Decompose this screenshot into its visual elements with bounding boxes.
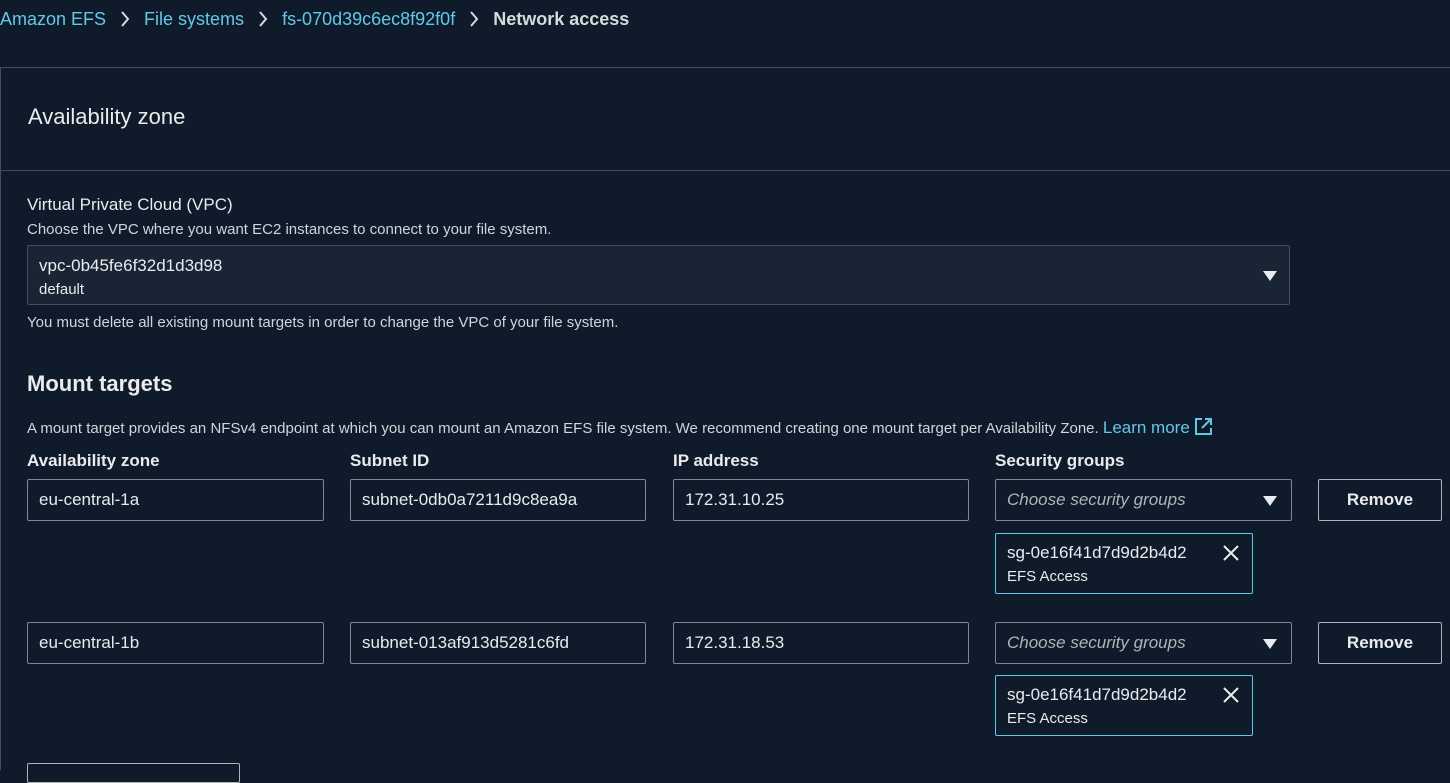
security-groups-select[interactable]: Choose security groups [995,622,1292,664]
panel-header: Availability zone [1,68,1450,171]
az-field[interactable]: eu-central-1a [27,479,324,521]
panel-title: Availability zone [28,104,186,129]
mount-targets-description-text: A mount target provides an NFSv4 endpoin… [27,420,1099,437]
mount-targets-description: A mount target provides an NFSv4 endpoin… [27,417,1213,441]
az-field[interactable]: eu-central-1b [27,622,324,664]
learn-more-label: Learn more [1102,418,1190,437]
breadcrumb: Amazon EFS File systems fs-070d39c6ec8f9… [0,0,1450,38]
security-groups-select[interactable]: Choose security groups [995,479,1292,521]
caret-down-icon [1263,639,1277,649]
token-group-id: sg-0e16f41d7d9d2b4d2 [1007,685,1187,704]
remove-button[interactable]: Remove [1318,479,1442,521]
column-header-security-groups: Security groups [995,451,1125,470]
chevron-right-icon [469,10,479,28]
token-group-name: EFS Access [1007,568,1088,585]
caret-down-icon [1263,496,1277,506]
chevron-right-icon [258,10,268,28]
column-header-availability-zone: Availability zone [27,451,160,470]
add-mount-target-button[interactable] [27,763,240,783]
breadcrumb-item-file-system-id[interactable]: fs-070d39c6ec8f92f0f [282,9,455,30]
close-icon[interactable] [1221,543,1241,568]
subnet-field[interactable]: subnet-013af913d5281c6fd [350,622,646,664]
subnet-field[interactable]: subnet-0db0a7211d9c8ea9a [350,479,646,521]
vpc-note: You must delete all existing mount targe… [27,314,619,331]
vpc-selected-id: vpc-0b45fe6f32d1d3d98 [39,256,223,275]
vpc-select[interactable]: vpc-0b45fe6f32d1d3d98 default [27,245,1290,305]
breadcrumb-item-amazon-efs[interactable]: Amazon EFS [0,9,106,30]
column-header-subnet-id: Subnet ID [350,451,430,470]
token-group-name: EFS Access [1007,710,1088,727]
mount-targets-title: Mount targets [27,371,173,396]
close-icon[interactable] [1221,685,1241,710]
external-link-icon [1194,417,1213,441]
token-group-id: sg-0e16f41d7d9d2b4d2 [1007,543,1187,562]
learn-more-link[interactable]: Learn more [1103,418,1213,437]
security-groups-placeholder: Choose security groups [1007,633,1186,652]
security-group-token: sg-0e16f41d7d9d2b4d2 EFS Access [995,533,1253,594]
security-group-token: sg-0e16f41d7d9d2b4d2 EFS Access [995,675,1253,736]
vpc-selected-name: default [39,281,85,298]
caret-down-icon [1263,271,1277,281]
chevron-right-icon [120,10,130,28]
column-header-ip-address: IP address [673,451,759,470]
breadcrumb-item-file-systems[interactable]: File systems [144,9,244,30]
header-divider [0,38,1450,68]
security-groups-placeholder: Choose security groups [1007,490,1186,509]
breadcrumb-current: Network access [493,8,630,29]
vpc-label: Virtual Private Cloud (VPC) [27,195,233,214]
remove-button[interactable]: Remove [1318,622,1442,664]
ip-address-input[interactable]: 172.31.18.53 [673,622,969,664]
vpc-description: Choose the VPC where you want EC2 instan… [27,221,552,238]
ip-address-input[interactable]: 172.31.10.25 [673,479,969,521]
